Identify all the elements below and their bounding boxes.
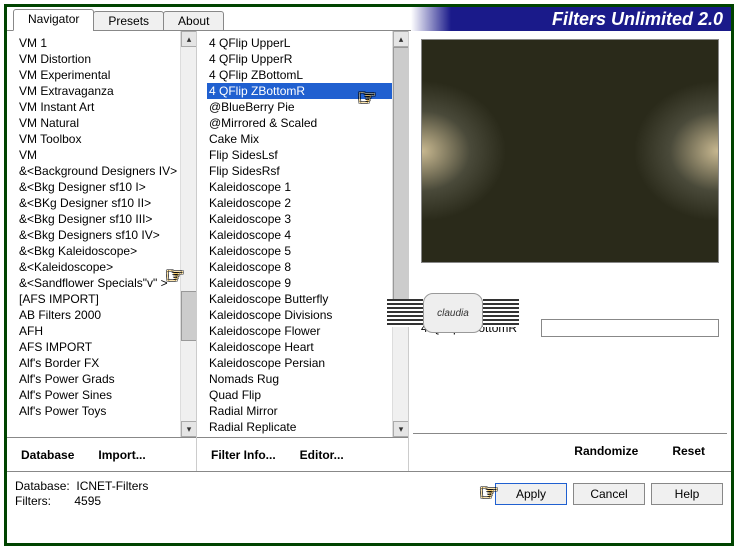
list-item[interactable]: &<BKg Designer sf10 II> (17, 195, 180, 211)
filter-info-button[interactable]: Filter Info... (203, 444, 284, 466)
footer-buttons: Apply Cancel Help (495, 483, 723, 505)
list-item[interactable]: &<Background Designers IV> (17, 163, 180, 179)
app-title: Filters Unlimited 2.0 (411, 7, 731, 31)
category-buttons: Database Import... (7, 437, 196, 471)
list-item[interactable]: VM Natural (17, 115, 180, 131)
watermark-bars-icon (483, 299, 519, 327)
list-item[interactable]: [AFS IMPORT] (17, 291, 180, 307)
list-item[interactable]: VM Extravaganza (17, 83, 180, 99)
scroll-thumb[interactable] (393, 47, 408, 327)
db-label: Database: (15, 479, 70, 493)
preview-panel: 4 QFlip ZBottomR Randomize Reset (409, 31, 731, 471)
app-window: Navigator Presets About Filters Unlimite… (4, 4, 734, 546)
list-item[interactable]: AFS IMPORT (17, 339, 180, 355)
list-item[interactable]: VM Toolbox (17, 131, 180, 147)
list-item[interactable]: Kaleidoscope Flower (207, 323, 392, 339)
list-item[interactable]: AFH (17, 323, 180, 339)
filter-list[interactable]: 4 QFlip UpperL4 QFlip UpperR4 QFlip ZBot… (197, 31, 408, 437)
cancel-button[interactable]: Cancel (573, 483, 645, 505)
list-item[interactable]: 4 QFlip UpperL (207, 35, 392, 51)
list-item[interactable]: Kaleidoscope 9 (207, 275, 392, 291)
list-item[interactable]: Kaleidoscope Butterfly (207, 291, 392, 307)
list-item[interactable]: Flip SidesLsf (207, 147, 392, 163)
list-item[interactable]: &<Bkg Designers sf10 IV> (17, 227, 180, 243)
list-item[interactable]: Kaleidoscope Heart (207, 339, 392, 355)
list-item[interactable]: Kaleidoscope 2 (207, 195, 392, 211)
editor-button[interactable]: Editor... (292, 444, 352, 466)
list-item[interactable]: &<Bkg Designer sf10 I> (17, 179, 180, 195)
preview-image (421, 39, 719, 263)
tab-about[interactable]: About (163, 11, 224, 31)
preview-buttons: Randomize Reset (413, 433, 727, 467)
watermark-text: claudia (423, 293, 483, 333)
footer: Database: ICNET-Filters Filters: 4595 Ap… (7, 471, 731, 515)
apply-button[interactable]: Apply (495, 483, 567, 505)
list-item[interactable]: &<Kaleidoscope> (17, 259, 180, 275)
list-item[interactable]: @BlueBerry Pie (207, 99, 392, 115)
list-item[interactable]: &<Bkg Designer sf10 III> (17, 211, 180, 227)
help-button[interactable]: Help (651, 483, 723, 505)
list-item[interactable]: Alf's Power Grads (17, 371, 180, 387)
content: VM 1VM DistortionVM ExperimentalVM Extra… (7, 31, 731, 471)
database-button[interactable]: Database (13, 444, 82, 466)
db-value: ICNET-Filters (76, 479, 148, 493)
filter-scrollbar[interactable]: ▴ ▾ (392, 31, 408, 437)
list-item[interactable]: &<Bkg Kaleidoscope> (17, 243, 180, 259)
list-item[interactable]: VM 1 (17, 35, 180, 51)
category-scrollbar[interactable]: ▴ ▾ (180, 31, 196, 437)
filters-value: 4595 (74, 494, 101, 508)
list-item[interactable]: Quad Flip (207, 387, 392, 403)
list-item[interactable]: Radial Replicate (207, 419, 392, 435)
scroll-up-icon[interactable]: ▴ (181, 31, 196, 47)
tab-bar: Navigator Presets About (13, 9, 223, 31)
list-item[interactable]: Kaleidoscope 4 (207, 227, 392, 243)
list-item[interactable]: VM Distortion (17, 51, 180, 67)
category-list[interactable]: VM 1VM DistortionVM ExperimentalVM Extra… (7, 31, 196, 437)
list-item[interactable]: Kaleidoscope 8 (207, 259, 392, 275)
scroll-down-icon[interactable]: ▾ (181, 421, 196, 437)
scroll-thumb[interactable] (181, 291, 196, 341)
list-item[interactable]: Kaleidoscope Divisions (207, 307, 392, 323)
list-item[interactable]: 4 QFlip UpperR (207, 51, 392, 67)
list-item[interactable]: Cake Mix (207, 131, 392, 147)
list-item[interactable]: VM Instant Art (17, 99, 180, 115)
category-column: VM 1VM DistortionVM ExperimentalVM Extra… (7, 31, 197, 471)
scroll-down-icon[interactable]: ▾ (393, 421, 408, 437)
watermark: claudia (387, 293, 519, 333)
list-item[interactable]: Kaleidoscope 1 (207, 179, 392, 195)
list-item[interactable]: Kaleidoscope Persian (207, 355, 392, 371)
list-item[interactable]: AB Filters 2000 (17, 307, 180, 323)
footer-info: Database: ICNET-Filters Filters: 4595 (15, 479, 148, 509)
list-item[interactable]: 4 QFlip ZBottomR (207, 83, 392, 99)
tab-presets[interactable]: Presets (93, 11, 164, 31)
list-item[interactable]: Alf's Border FX (17, 355, 180, 371)
list-item[interactable]: &<Sandflower Specials"v" > (17, 275, 180, 291)
preview-content (422, 40, 718, 262)
filter-column: 4 QFlip UpperL4 QFlip UpperR4 QFlip ZBot… (197, 31, 409, 471)
randomize-button[interactable]: Randomize (566, 440, 646, 462)
list-item[interactable]: Radial Mirror (207, 403, 392, 419)
import-button[interactable]: Import... (90, 444, 153, 466)
parameter-slider[interactable] (541, 319, 719, 337)
scroll-up-icon[interactable]: ▴ (393, 31, 408, 47)
tab-navigator[interactable]: Navigator (13, 9, 94, 31)
list-item[interactable]: 4 QFlip ZBottomL (207, 67, 392, 83)
reset-button[interactable]: Reset (664, 440, 713, 462)
list-item[interactable]: Kaleidoscope 3 (207, 211, 392, 227)
list-item[interactable]: Flip SidesRsf (207, 163, 392, 179)
list-item[interactable]: Alf's Power Toys (17, 403, 180, 419)
list-item[interactable]: Nomads Rug (207, 371, 392, 387)
list-item[interactable]: VM Experimental (17, 67, 180, 83)
header: Navigator Presets About Filters Unlimite… (7, 7, 731, 31)
list-item[interactable]: @Mirrored & Scaled (207, 115, 392, 131)
list-item[interactable]: Kaleidoscope 5 (207, 243, 392, 259)
list-item[interactable]: VM (17, 147, 180, 163)
watermark-bars-icon (387, 299, 423, 327)
filters-label: Filters: (15, 494, 51, 508)
filter-buttons: Filter Info... Editor... (197, 437, 408, 471)
list-item[interactable]: Alf's Power Sines (17, 387, 180, 403)
